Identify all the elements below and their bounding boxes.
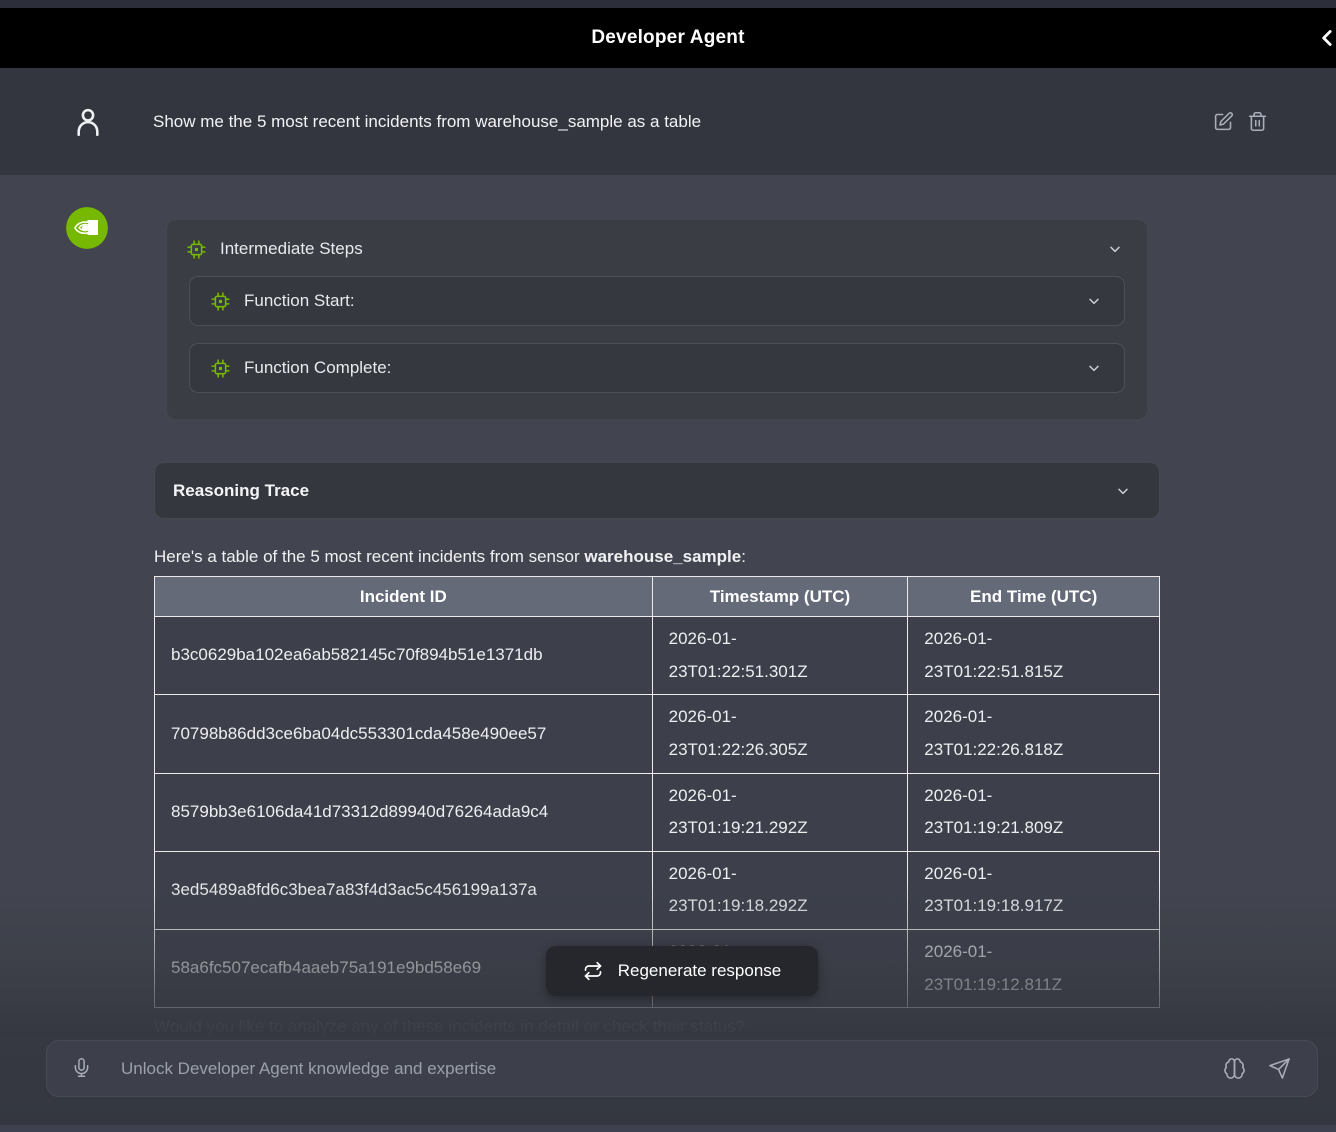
reasoning-trace-panel[interactable]: Reasoning Trace xyxy=(154,462,1160,519)
chip-icon xyxy=(211,359,230,378)
chevron-down-icon[interactable] xyxy=(1086,360,1102,376)
table-header-row: Incident ID Timestamp (UTC) End Time (UT… xyxy=(155,577,1160,617)
composer-actions xyxy=(1223,1057,1291,1080)
function-complete-label: Function Complete: xyxy=(244,358,391,378)
table-row: 3ed5489a8fd6c3bea7a83f4d3ac5c456199a137a… xyxy=(155,851,1160,929)
chat-input[interactable] xyxy=(121,1059,1223,1079)
window-top-strip xyxy=(0,0,1336,8)
timestamp-cell: 2026-01-23T01:22:51.301Z xyxy=(652,617,908,695)
end-time-value: 2026-01-23T01:22:51.815Z xyxy=(924,623,1102,688)
user-message-text: Show me the 5 most recent incidents from… xyxy=(153,112,1213,132)
intermediate-steps-panel: Intermediate Steps Function St xyxy=(166,219,1148,420)
end-time-cell: 2026-01-23T01:22:26.818Z xyxy=(908,695,1160,773)
composer-footer xyxy=(0,1035,1336,1132)
composer-bar[interactable] xyxy=(46,1040,1318,1097)
chip-icon xyxy=(187,240,206,259)
brain-icon[interactable] xyxy=(1223,1057,1246,1080)
end-time-cell: 2026-01-23T01:19:18.917Z xyxy=(908,851,1160,929)
end-time-value: 2026-01-23T01:22:26.818Z xyxy=(924,701,1102,766)
end-time-value: 2026-01-23T01:19:12.811Z xyxy=(924,936,1102,1001)
trash-icon[interactable] xyxy=(1247,111,1268,132)
intro-suffix: : xyxy=(741,547,746,566)
timestamp-value: 2026-01-23T01:19:21.292Z xyxy=(669,780,847,845)
timestamp-value: 2026-01-23T01:19:18.292Z xyxy=(669,858,847,923)
repeat-icon xyxy=(583,961,603,981)
chevron-left-icon[interactable] xyxy=(1315,25,1336,51)
function-complete-panel[interactable]: Function Complete: xyxy=(189,343,1125,393)
chevron-down-icon[interactable] xyxy=(1107,241,1123,257)
end-time-cell: 2026-01-23T01:19:12.811Z xyxy=(908,930,1160,1008)
incident-id-cell: 3ed5489a8fd6c3bea7a83f4d3ac5c456199a137a xyxy=(155,851,653,929)
user-message-row: Show me the 5 most recent incidents from… xyxy=(0,68,1336,175)
table-row: b3c0629ba102ea6ab582145c70f894b51e1371db… xyxy=(155,617,1160,695)
intro-sensor-name: warehouse_sample xyxy=(584,547,741,566)
app-header: Developer Agent xyxy=(0,8,1336,68)
incident-id-cell: 70798b86dd3ce6ba04dc553301cda458e490ee57 xyxy=(155,695,653,773)
regenerate-label: Regenerate response xyxy=(618,961,782,981)
column-header-incident-id: Incident ID xyxy=(155,577,653,617)
message-actions xyxy=(1213,111,1268,132)
end-time-cell: 2026-01-23T01:22:51.815Z xyxy=(908,617,1160,695)
function-start-panel[interactable]: Function Start: xyxy=(189,276,1125,326)
person-icon xyxy=(70,104,106,140)
function-start-label: Function Start: xyxy=(244,291,355,311)
incident-id-cell: b3c0629ba102ea6ab582145c70f894b51e1371db xyxy=(155,617,653,695)
assistant-message-row: Intermediate Steps Function St xyxy=(0,175,1336,1037)
timestamp-value: 2026-01-23T01:22:51.301Z xyxy=(669,623,847,688)
timestamp-cell: 2026-01-23T01:19:18.292Z xyxy=(652,851,908,929)
intro-prefix: Here's a table of the 5 most recent inci… xyxy=(154,547,584,566)
intermediate-steps-title: Intermediate Steps xyxy=(220,239,363,259)
end-time-value: 2026-01-23T01:19:18.917Z xyxy=(924,858,1102,923)
column-header-end-time: End Time (UTC) xyxy=(908,577,1160,617)
column-header-timestamp: Timestamp (UTC) xyxy=(652,577,908,617)
table-intro-text: Here's a table of the 5 most recent inci… xyxy=(154,547,1160,567)
incidents-table: Incident ID Timestamp (UTC) End Time (UT… xyxy=(154,576,1160,1008)
assistant-message-content: Intermediate Steps Function St xyxy=(154,207,1160,1037)
edit-icon[interactable] xyxy=(1213,111,1234,132)
incident-id-cell: 8579bb3e6106da41d73312d89940d76264ada9c4 xyxy=(155,773,653,851)
end-time-value: 2026-01-23T01:19:21.809Z xyxy=(924,780,1102,845)
table-row: 8579bb3e6106da41d73312d89940d76264ada9c4… xyxy=(155,773,1160,851)
chip-icon xyxy=(211,292,230,311)
nvidia-logo-icon xyxy=(66,207,108,249)
chevron-down-icon[interactable] xyxy=(1086,293,1102,309)
send-icon[interactable] xyxy=(1268,1057,1291,1080)
intermediate-steps-header[interactable]: Intermediate Steps xyxy=(167,220,1147,271)
chevron-down-icon[interactable] xyxy=(1115,483,1131,499)
microphone-icon[interactable] xyxy=(71,1057,92,1081)
reasoning-trace-title: Reasoning Trace xyxy=(173,481,309,501)
table-row: 70798b86dd3ce6ba04dc553301cda458e490ee57… xyxy=(155,695,1160,773)
window-bottom-strip xyxy=(0,1125,1336,1132)
timestamp-value: 2026-01-23T01:22:26.305Z xyxy=(669,701,847,766)
timestamp-cell: 2026-01-23T01:22:26.305Z xyxy=(652,695,908,773)
page-title: Developer Agent xyxy=(591,27,744,49)
regenerate-response-button[interactable]: Regenerate response xyxy=(546,946,818,996)
end-time-cell: 2026-01-23T01:19:21.809Z xyxy=(908,773,1160,851)
timestamp-cell: 2026-01-23T01:19:21.292Z xyxy=(652,773,908,851)
